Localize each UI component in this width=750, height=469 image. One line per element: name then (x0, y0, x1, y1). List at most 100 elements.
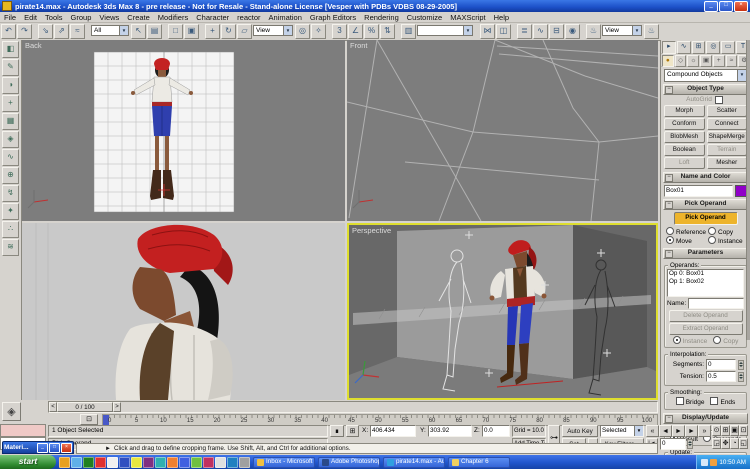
minimize-button[interactable]: _ (704, 0, 718, 12)
docked-tool-star-icon[interactable]: ✦ (2, 203, 19, 220)
shapemerge-button[interactable]: ShapeMerge (706, 131, 747, 143)
display-tab[interactable]: ▭ (721, 41, 736, 54)
maximize-button[interactable]: □ (719, 0, 733, 12)
task-chapter-6[interactable]: Chapter 6 (448, 456, 510, 468)
docked-tool-axis-icon[interactable]: + (2, 95, 19, 112)
scatter-button[interactable]: Scatter (706, 105, 747, 117)
percent-snap-icon[interactable]: % (364, 24, 379, 39)
extract-operand-button[interactable]: Extract Operand (668, 323, 743, 335)
docked-tool-grid-icon[interactable]: ▦ (2, 113, 19, 130)
spinner-snap-icon[interactable]: ⇅ (380, 24, 395, 39)
blobmesh-button[interactable]: BlobMesh (664, 131, 705, 143)
select-and-scale-icon[interactable]: ▱ (237, 24, 252, 39)
mini-close-button[interactable]: × (61, 442, 72, 453)
time-slider-thumb[interactable]: 0 / 100 (57, 402, 113, 412)
operand-name-field[interactable] (688, 298, 744, 309)
command-panel-scrollbar[interactable] (746, 40, 750, 340)
pick-operand-rollout-header[interactable]: − Pick Operand (663, 199, 748, 210)
geometry-category[interactable]: ● (662, 55, 674, 67)
redo-icon[interactable]: ↷ (17, 24, 32, 39)
name-color-rollout-header[interactable]: − Name and Color (663, 172, 748, 183)
schematic-view-icon[interactable]: ⊟ (549, 24, 564, 39)
tray-volume-icon[interactable] (701, 458, 709, 466)
pick-operand-copy-radio[interactable]: Copy (708, 227, 745, 236)
pick-operand-reference-radio[interactable]: Reference (666, 227, 706, 236)
select-object-icon[interactable]: ↖ (131, 24, 146, 39)
title-bar[interactable]: pirate14.max - Autodesk 3ds Max 8 - pre … (0, 0, 750, 12)
zoom-button[interactable]: ⊙ (712, 425, 721, 436)
menu-tools[interactable]: Tools (41, 13, 67, 22)
radio-icon[interactable] (708, 236, 716, 244)
quick-launch-icon-8[interactable] (143, 456, 154, 468)
autogrid-checkbox[interactable] (714, 95, 723, 104)
arc-rotate-button[interactable]: ◔ (730, 438, 739, 449)
segments-field[interactable]: 0 (706, 359, 736, 370)
play-button[interactable]: ► (672, 425, 685, 437)
angle-snap-icon[interactable]: ∠ (348, 24, 363, 39)
mesher-button[interactable]: Mesher (706, 157, 747, 169)
go-to-start-button[interactable]: « (646, 425, 659, 437)
tray-app-icon[interactable] (710, 458, 718, 466)
tension-spinner[interactable] (738, 371, 744, 382)
quick-launch-icon-3[interactable] (83, 456, 94, 468)
curve-editor-icon[interactable]: ∿ (533, 24, 548, 39)
object-type-rollout-header[interactable]: − Object Type (663, 84, 748, 95)
left-viewport[interactable] (22, 223, 345, 400)
object-name-field[interactable]: Box01 (664, 185, 733, 197)
radio-icon[interactable] (666, 236, 674, 244)
quick-launch-icon-11[interactable] (179, 456, 190, 468)
dropdown-arrow-icon[interactable]: ▼ (737, 70, 746, 81)
dropdown-arrow-icon[interactable]: ▼ (283, 26, 292, 35)
use-pivot-center-icon[interactable]: ◎ (295, 24, 310, 39)
operand-item[interactable]: Op 1: Box02 (669, 278, 742, 286)
motion-tab[interactable]: ◎ (706, 41, 721, 54)
select-by-name-icon[interactable]: ▤ (147, 24, 162, 39)
quick-launch-icon-12[interactable] (191, 456, 202, 468)
previous-frame-button[interactable]: ◄ (659, 425, 672, 437)
time-slider-prev-arrow[interactable]: < (49, 402, 57, 412)
start-button[interactable]: start (0, 455, 56, 469)
undo-icon[interactable]: ↶ (1, 24, 16, 39)
menu-rendering[interactable]: Rendering (360, 13, 403, 22)
y-coordinate-field[interactable]: 303.92 (428, 425, 472, 437)
quick-launch-icon-5[interactable] (107, 456, 118, 468)
quick-launch-icon-6[interactable] (119, 456, 130, 468)
close-button[interactable]: × (734, 0, 748, 12)
operands-list[interactable]: Op 0: Box01 Op 1: Box02 (667, 269, 744, 297)
task-inbox-microsoft-out[interactable]: Inbox - Microsoft Out... (253, 456, 315, 468)
pan-button[interactable]: ✥ (721, 438, 730, 449)
quick-launch-icon-9[interactable] (155, 456, 166, 468)
menu-help[interactable]: Help (490, 13, 513, 22)
status-corner-icon[interactable]: ◈ (2, 402, 21, 421)
selection-lock-icon[interactable]: ∎ (330, 425, 344, 437)
quick-launch-icon-4[interactable] (95, 456, 106, 468)
morph-button[interactable]: Morph (664, 105, 705, 117)
rectangular-selection-icon[interactable]: □ (168, 24, 183, 39)
layer-manager-icon[interactable]: ≣ (517, 24, 532, 39)
collapse-icon[interactable]: − (665, 86, 673, 94)
material-editor-icon[interactable]: ◉ (565, 24, 580, 39)
quick-launch-icon-7[interactable] (131, 456, 142, 468)
absolute-offset-toggle-icon[interactable]: ⊞ (346, 425, 359, 437)
quick-launch-icon-1[interactable] (59, 456, 70, 468)
menu-edit[interactable]: Edit (20, 13, 41, 22)
task-pirate14-max-autod[interactable]: pirate14.max - Autod... (383, 456, 445, 468)
mirror-icon[interactable]: ⋈ (480, 24, 495, 39)
boolean-button[interactable]: Boolean (664, 144, 705, 156)
key-mode-dropdown[interactable]: Selected ▼ (600, 425, 644, 437)
create-tab[interactable]: ▸ (662, 41, 676, 54)
quick-launch-icon-15[interactable] (227, 456, 238, 468)
collapse-icon[interactable]: − (665, 201, 673, 209)
menu-customize[interactable]: Customize (403, 13, 446, 22)
time-slider-track[interactable]: < 0 / 100 > (48, 401, 658, 413)
window-crossing-icon[interactable]: ▣ (184, 24, 199, 39)
space-warps-category[interactable]: ≈ (725, 55, 738, 67)
parameters-rollout-header[interactable]: − Parameters (663, 248, 748, 259)
pick-operand-instance-radio[interactable]: Instance (708, 236, 745, 245)
maximize-viewport-toggle-button[interactable]: ◱ (739, 438, 748, 449)
docked-tool-draw-icon[interactable]: ✎ (2, 59, 19, 76)
menu-animation[interactable]: Animation (265, 13, 306, 22)
collapse-icon[interactable]: − (665, 174, 673, 182)
dropdown-arrow-icon[interactable]: ▼ (463, 26, 472, 35)
menu-file[interactable]: File (0, 13, 20, 22)
